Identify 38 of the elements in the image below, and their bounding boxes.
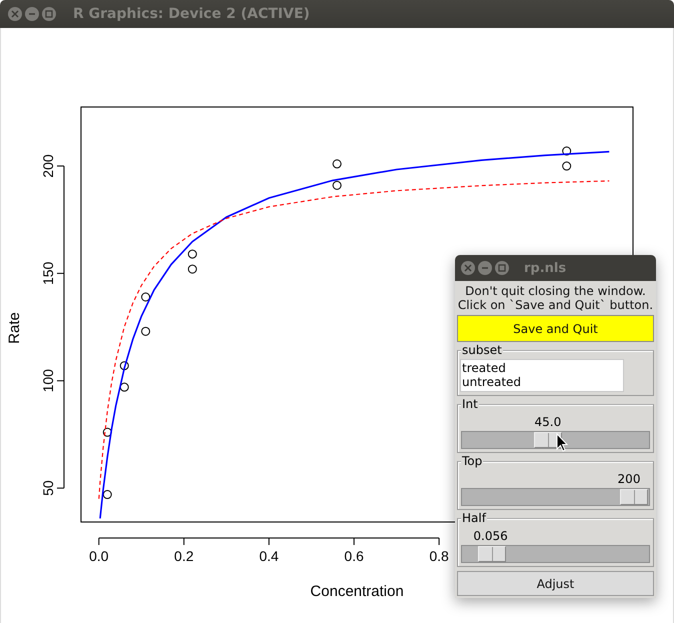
x-axis-label: Concentration: [310, 583, 404, 600]
tick-label: 0.0: [89, 548, 109, 564]
group-legend: Int: [461, 397, 479, 411]
subset-listbox[interactable]: treated untreated: [460, 359, 624, 392]
slider-value: 45.0: [534, 415, 562, 429]
tick-label: 0.8: [429, 548, 449, 564]
slider-thumb[interactable]: [620, 489, 648, 505]
slider-track[interactable]: [461, 545, 650, 563]
y-axis-label: Rate: [6, 312, 23, 344]
adjust-button[interactable]: Adjust: [457, 571, 654, 596]
tick-label: 150: [40, 262, 56, 286]
cursor-icon: [556, 433, 568, 452]
group-legend: subset: [461, 343, 503, 357]
slider-value: 200: [618, 472, 640, 486]
tick-label: 0.6: [344, 548, 364, 564]
slider-thumb[interactable]: [478, 546, 506, 562]
group-legend: Top: [461, 454, 484, 468]
instruction-text: Don't quit closing the window. Click on `Save and Quit` button.: [457, 284, 654, 312]
dialog-title: rp.nls: [524, 260, 566, 276]
close-icon[interactable]: [8, 7, 22, 21]
minimize-icon[interactable]: [25, 7, 39, 21]
tick-label: 200: [40, 154, 56, 178]
slider-track[interactable]: [461, 488, 650, 506]
minimize-icon[interactable]: [478, 261, 492, 275]
tick-label: 0.4: [259, 548, 279, 564]
maximize-icon[interactable]: [42, 7, 56, 21]
list-item[interactable]: untreated: [462, 375, 622, 389]
close-icon[interactable]: [461, 261, 475, 275]
tick-label: 100: [40, 369, 56, 392]
tick-label: 50: [40, 480, 56, 496]
group-legend: Half: [461, 511, 487, 525]
list-item[interactable]: treated: [462, 361, 622, 375]
maximize-icon[interactable]: [495, 261, 509, 275]
tick-label: 0.2: [174, 548, 194, 564]
slider-value: 0.056: [473, 529, 508, 543]
slider-track[interactable]: [461, 431, 650, 449]
window-title: R Graphics: Device 2 (ACTIVE): [73, 6, 310, 22]
save-and-quit-button[interactable]: Save and Quit: [457, 315, 654, 342]
